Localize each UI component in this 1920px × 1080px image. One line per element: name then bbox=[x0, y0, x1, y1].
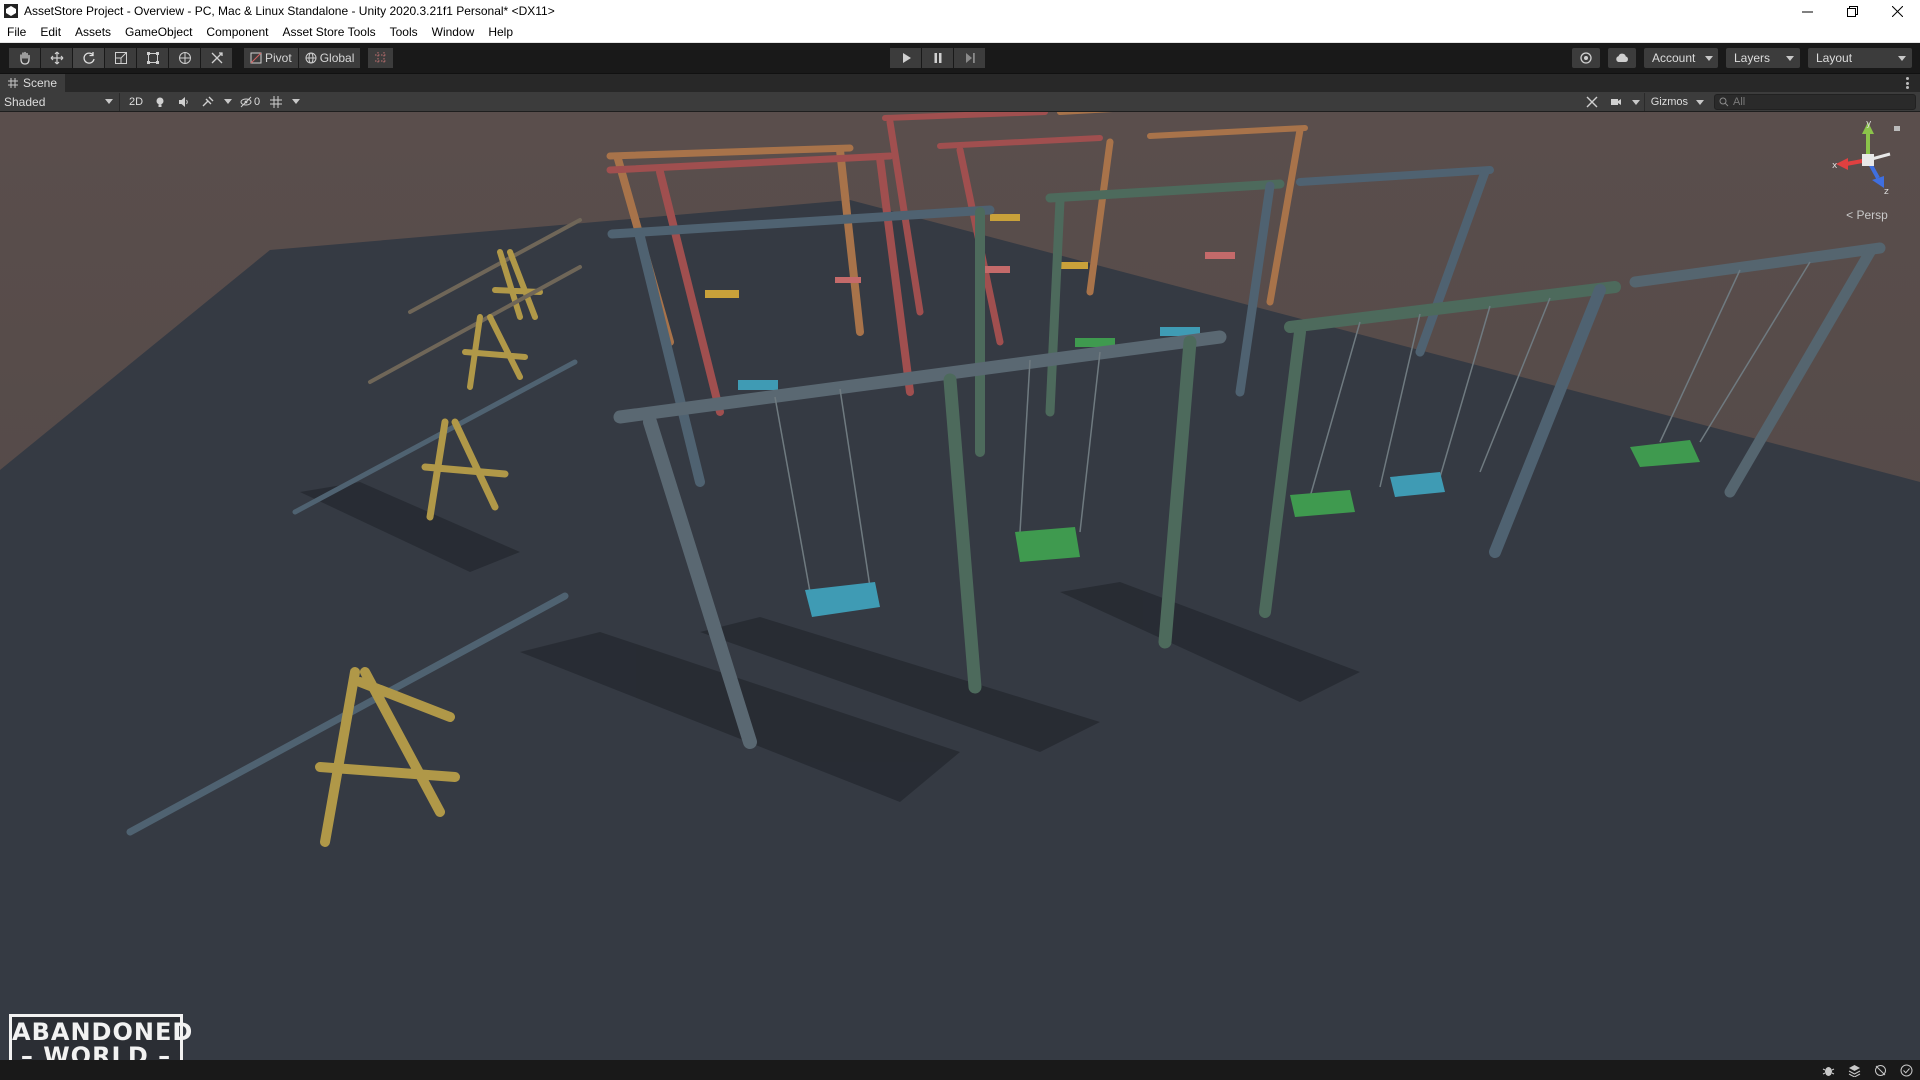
main-toolbar: Pivot Global Account Layers Layout bbox=[0, 43, 1920, 73]
chevron-down-icon[interactable] bbox=[224, 99, 232, 104]
play-icon[interactable] bbox=[890, 48, 922, 68]
layout-label: Layout bbox=[1816, 51, 1853, 65]
camera-icon[interactable] bbox=[1604, 93, 1628, 111]
gizmos-dropdown[interactable]: Gizmos bbox=[1643, 93, 1692, 111]
shading-mode-label: Shaded bbox=[4, 94, 46, 109]
audio-toggle-icon[interactable] bbox=[172, 93, 196, 111]
shading-mode-dropdown[interactable]: Shaded bbox=[0, 92, 120, 111]
chevron-down-icon bbox=[1705, 55, 1714, 61]
auto-generate-lighting-icon[interactable] bbox=[1872, 1062, 1888, 1078]
globe-icon bbox=[305, 52, 317, 64]
chevron-down-icon[interactable] bbox=[1696, 99, 1704, 105]
gizmo-axis-y: y bbox=[1866, 119, 1872, 129]
orientation-gizmo[interactable]: y x z < Persp bbox=[1832, 118, 1902, 228]
transform-tools bbox=[9, 48, 233, 68]
pivot-toggle[interactable]: Pivot bbox=[244, 48, 298, 68]
global-label: Global bbox=[319, 51, 355, 65]
pivot-label: Pivot bbox=[265, 51, 292, 65]
scene-tab-strip: Scene bbox=[0, 73, 1920, 93]
scene-view-toolbar: Shaded 2D 0 Gizmos All bbox=[0, 92, 1920, 112]
restore-icon[interactable] bbox=[1830, 0, 1875, 22]
window-title: AssetStore Project - Overview - PC, Mac … bbox=[24, 4, 555, 18]
menu-assets[interactable]: Assets bbox=[68, 22, 118, 43]
menu-window[interactable]: Window bbox=[425, 22, 482, 43]
minimize-icon[interactable] bbox=[1785, 0, 1830, 22]
global-toggle[interactable]: Global bbox=[298, 48, 361, 68]
toolbar-right: Account Layers Layout bbox=[1564, 48, 1912, 68]
chevron-down-icon bbox=[1786, 55, 1794, 61]
scale-tool-icon[interactable] bbox=[105, 48, 137, 68]
gizmo-axis-x: x bbox=[1832, 161, 1838, 171]
tools-icon[interactable] bbox=[1580, 93, 1604, 111]
menu-asset-store-tools[interactable]: Asset Store Tools bbox=[275, 22, 382, 43]
scene-grid-icon bbox=[8, 78, 18, 88]
menu-file[interactable]: File bbox=[0, 22, 33, 43]
window-title-bar: AssetStore Project - Overview - PC, Mac … bbox=[0, 0, 1920, 22]
layers-dropdown[interactable]: Layers bbox=[1726, 48, 1800, 68]
menu-edit[interactable]: Edit bbox=[33, 22, 68, 43]
gizmos-label: Gizmos bbox=[1650, 96, 1688, 108]
rect-tool-icon[interactable] bbox=[137, 48, 169, 68]
scene-tab-label: Scene bbox=[23, 76, 58, 90]
scene-viewport[interactable]: y x z < Persp bbox=[0, 112, 1920, 1060]
gizmo-axis-z: z bbox=[1884, 187, 1889, 197]
scene-tab[interactable]: Scene bbox=[0, 73, 66, 93]
account-label: Account bbox=[1652, 51, 1696, 65]
rotate-tool-icon[interactable] bbox=[73, 48, 105, 68]
chevron-down-icon bbox=[1898, 55, 1906, 61]
hidden-objects-toggle[interactable]: 0 bbox=[236, 93, 264, 111]
eye-slash-icon bbox=[240, 96, 252, 107]
layers-stack-icon[interactable] bbox=[1846, 1062, 1862, 1078]
lock-icon bbox=[1894, 126, 1900, 131]
check-circle-icon[interactable] bbox=[1898, 1062, 1914, 1078]
custom-tool-icon[interactable] bbox=[201, 48, 233, 68]
close-icon[interactable] bbox=[1875, 0, 1920, 22]
account-dropdown[interactable]: Account bbox=[1644, 48, 1718, 68]
grid-toggle-icon[interactable] bbox=[264, 93, 288, 111]
logo-line-1: ABANDONED bbox=[12, 1018, 194, 1046]
playmode-controls bbox=[890, 48, 986, 68]
pivot-icon bbox=[250, 52, 262, 64]
bug-icon[interactable] bbox=[1820, 1062, 1836, 1078]
chevron-down-icon bbox=[105, 99, 113, 104]
chevron-down-icon[interactable] bbox=[1631, 99, 1640, 105]
grid-snap-icon[interactable] bbox=[368, 48, 395, 68]
snap-group bbox=[368, 48, 395, 68]
status-bar bbox=[0, 1060, 1920, 1080]
menu-help[interactable]: Help bbox=[481, 22, 520, 43]
layout-dropdown[interactable]: Layout bbox=[1808, 48, 1912, 68]
menu-bar: File Edit Assets GameObject Component As… bbox=[0, 22, 1920, 43]
toggle-2d-button[interactable]: 2D bbox=[124, 93, 148, 111]
axis-gizmo-icon: y x z bbox=[1832, 119, 1900, 197]
projection-label[interactable]: < Persp bbox=[1832, 208, 1902, 222]
hand-tool-icon[interactable] bbox=[9, 48, 41, 68]
step-icon[interactable] bbox=[954, 48, 986, 68]
scene-search-input[interactable]: All bbox=[1714, 94, 1916, 110]
hidden-count: 0 bbox=[254, 95, 261, 108]
scene-toolbar-right: Gizmos All bbox=[1580, 93, 1916, 111]
move-tool-icon[interactable] bbox=[41, 48, 73, 68]
scene-render bbox=[0, 112, 1920, 1060]
menu-tools[interactable]: Tools bbox=[383, 22, 425, 43]
more-options-icon[interactable] bbox=[1906, 77, 1910, 89]
layers-label: Layers bbox=[1734, 51, 1771, 65]
lighting-toggle-icon[interactable] bbox=[148, 93, 172, 111]
search-icon bbox=[1719, 97, 1729, 107]
menu-gameobject[interactable]: GameObject bbox=[118, 22, 199, 43]
menu-component[interactable]: Component bbox=[199, 22, 275, 43]
effects-toggle-icon[interactable] bbox=[196, 93, 220, 111]
search-placeholder: All bbox=[1733, 96, 1746, 108]
cloud-icon[interactable] bbox=[1608, 48, 1636, 68]
transform-tool-icon[interactable] bbox=[169, 48, 201, 68]
collab-icon[interactable] bbox=[1572, 48, 1600, 68]
chevron-down-icon[interactable] bbox=[292, 99, 301, 104]
handle-position-group: Pivot Global bbox=[243, 48, 361, 68]
unity-logo-icon bbox=[4, 4, 18, 18]
pause-icon[interactable] bbox=[922, 48, 954, 68]
